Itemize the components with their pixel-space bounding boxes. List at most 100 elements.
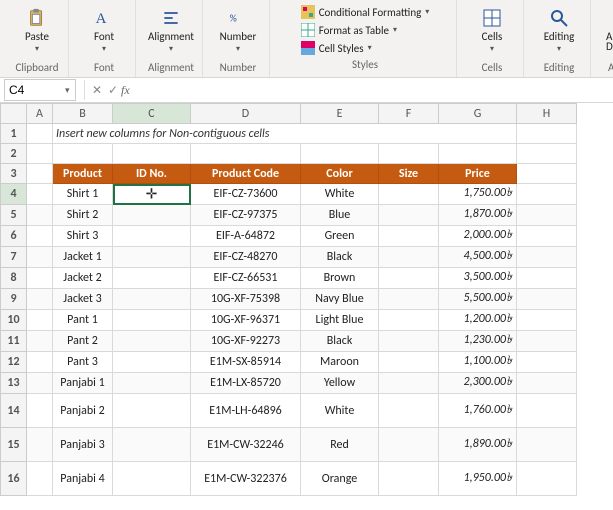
cell[interactable] — [379, 144, 439, 164]
caret-icon[interactable]: ▾ — [63, 85, 72, 96]
cell-code[interactable]: E1M-CW-32246 — [191, 428, 301, 462]
row-header[interactable]: 9 — [1, 289, 27, 310]
cell-product[interactable]: Pant 2 — [53, 331, 113, 352]
cell-idno[interactable] — [113, 462, 191, 496]
cell-color[interactable]: Green — [301, 226, 379, 247]
cell[interactable] — [27, 373, 53, 394]
row-header[interactable]: 15 — [1, 428, 27, 462]
cell-size[interactable] — [379, 268, 439, 289]
cell-product[interactable]: Jacket 2 — [53, 268, 113, 289]
cell[interactable] — [27, 462, 53, 496]
cell[interactable] — [517, 164, 577, 184]
cell[interactable] — [27, 205, 53, 226]
cell-price[interactable]: 3,500.00৳ — [439, 268, 517, 289]
cell-idno[interactable] — [113, 205, 191, 226]
cell-color[interactable]: White — [301, 184, 379, 205]
cell-price[interactable]: 1,200.00৳ — [439, 310, 517, 331]
cell[interactable] — [53, 144, 113, 164]
cell[interactable] — [27, 289, 53, 310]
row-header[interactable]: 6 — [1, 226, 27, 247]
cells-button[interactable]: Cells ▾ — [477, 5, 507, 56]
cell-size[interactable] — [379, 226, 439, 247]
cell-color[interactable]: Maroon — [301, 352, 379, 373]
cell[interactable] — [517, 331, 577, 352]
cell[interactable] — [439, 144, 517, 164]
cell-price[interactable]: 2,300.00৳ — [439, 373, 517, 394]
cancel-icon[interactable]: ✕ — [89, 83, 105, 98]
col-header[interactable]: H — [517, 104, 577, 124]
format-as-table-button[interactable]: Format as Table ▾ — [297, 22, 434, 38]
cell[interactable] — [517, 352, 577, 373]
cell[interactable] — [27, 331, 53, 352]
cell-size[interactable] — [379, 184, 439, 205]
select-all[interactable] — [1, 104, 27, 124]
cell-size[interactable] — [379, 247, 439, 268]
cell-product[interactable]: Panjabi 2 — [53, 394, 113, 428]
cell-product[interactable]: Jacket 3 — [53, 289, 113, 310]
cell-idno[interactable] — [113, 373, 191, 394]
header-idno[interactable]: ID No. — [113, 164, 191, 184]
analyze-data-button[interactable]: Analyze Data — [602, 7, 613, 54]
cell[interactable] — [517, 289, 577, 310]
row-header[interactable]: 11 — [1, 331, 27, 352]
header-price[interactable]: Price — [439, 164, 517, 184]
cell-color[interactable]: Red — [301, 428, 379, 462]
cell-color[interactable]: White — [301, 394, 379, 428]
cell-code[interactable]: EIF-CZ-73600 — [191, 184, 301, 205]
cell-code[interactable]: 10G-XF-92273 — [191, 331, 301, 352]
row-header[interactable]: 5 — [1, 205, 27, 226]
cell-price[interactable]: 1,870.00৳ — [439, 205, 517, 226]
cell[interactable] — [517, 205, 577, 226]
cell[interactable] — [27, 184, 53, 205]
cell-color[interactable]: Blue — [301, 205, 379, 226]
cell-size[interactable] — [379, 331, 439, 352]
cell-color[interactable]: Orange — [301, 462, 379, 496]
cell-idno[interactable] — [113, 289, 191, 310]
cell[interactable] — [27, 164, 53, 184]
cell-idno[interactable] — [113, 310, 191, 331]
row-header[interactable]: 2 — [1, 144, 27, 164]
cell[interactable] — [517, 310, 577, 331]
cell[interactable] — [27, 144, 53, 164]
cell-color[interactable]: Light Blue — [301, 310, 379, 331]
cell-price[interactable]: 1,890.00৳ — [439, 428, 517, 462]
header-color[interactable]: Color — [301, 164, 379, 184]
cell-price[interactable]: 1,100.00৳ — [439, 352, 517, 373]
col-header[interactable]: B — [53, 104, 113, 124]
cell[interactable] — [27, 226, 53, 247]
conditional-formatting-button[interactable]: Conditional Formatting ▾ — [297, 4, 434, 20]
cell[interactable] — [27, 268, 53, 289]
cell-idno[interactable] — [113, 247, 191, 268]
number-button[interactable]: % Number ▾ — [216, 5, 261, 56]
cell[interactable] — [517, 124, 577, 144]
cell[interactable] — [517, 373, 577, 394]
name-box-input[interactable] — [5, 83, 63, 97]
row-header[interactable]: 4 — [1, 184, 27, 205]
cell-color[interactable]: Yellow — [301, 373, 379, 394]
cell-size[interactable] — [379, 394, 439, 428]
sheet-title[interactable]: Insert new columns for Non-contiguous ce… — [53, 124, 517, 144]
cell-price[interactable]: 4,500.00৳ — [439, 247, 517, 268]
fx-icon[interactable]: fx — [121, 83, 130, 98]
cell-code[interactable]: EIF-A-64872 — [191, 226, 301, 247]
cell-product[interactable]: Panjabi 3 — [53, 428, 113, 462]
cell-idno[interactable] — [113, 428, 191, 462]
cell-product[interactable]: Pant 1 — [53, 310, 113, 331]
cell[interactable] — [113, 144, 191, 164]
col-header[interactable]: F — [379, 104, 439, 124]
worksheet-grid[interactable]: A B C D E F G H 1 Insert new columns for… — [0, 103, 613, 510]
row-header[interactable]: 8 — [1, 268, 27, 289]
col-header[interactable]: G — [439, 104, 517, 124]
row-header[interactable]: 12 — [1, 352, 27, 373]
cell-price[interactable]: 1,760.00৳ — [439, 394, 517, 428]
cell-styles-button[interactable]: Cell Styles ▾ — [297, 40, 434, 56]
header-code[interactable]: Product Code — [191, 164, 301, 184]
cell[interactable] — [517, 184, 577, 205]
row-header[interactable]: 16 — [1, 462, 27, 496]
cell-code[interactable]: EIF-CZ-66531 — [191, 268, 301, 289]
cell-code[interactable]: E1M-CW-322376 — [191, 462, 301, 496]
cell-product[interactable]: Shirt 1 — [53, 184, 113, 205]
cell-color[interactable]: Navy Blue — [301, 289, 379, 310]
cell[interactable] — [517, 144, 577, 164]
col-header[interactable]: D — [191, 104, 301, 124]
